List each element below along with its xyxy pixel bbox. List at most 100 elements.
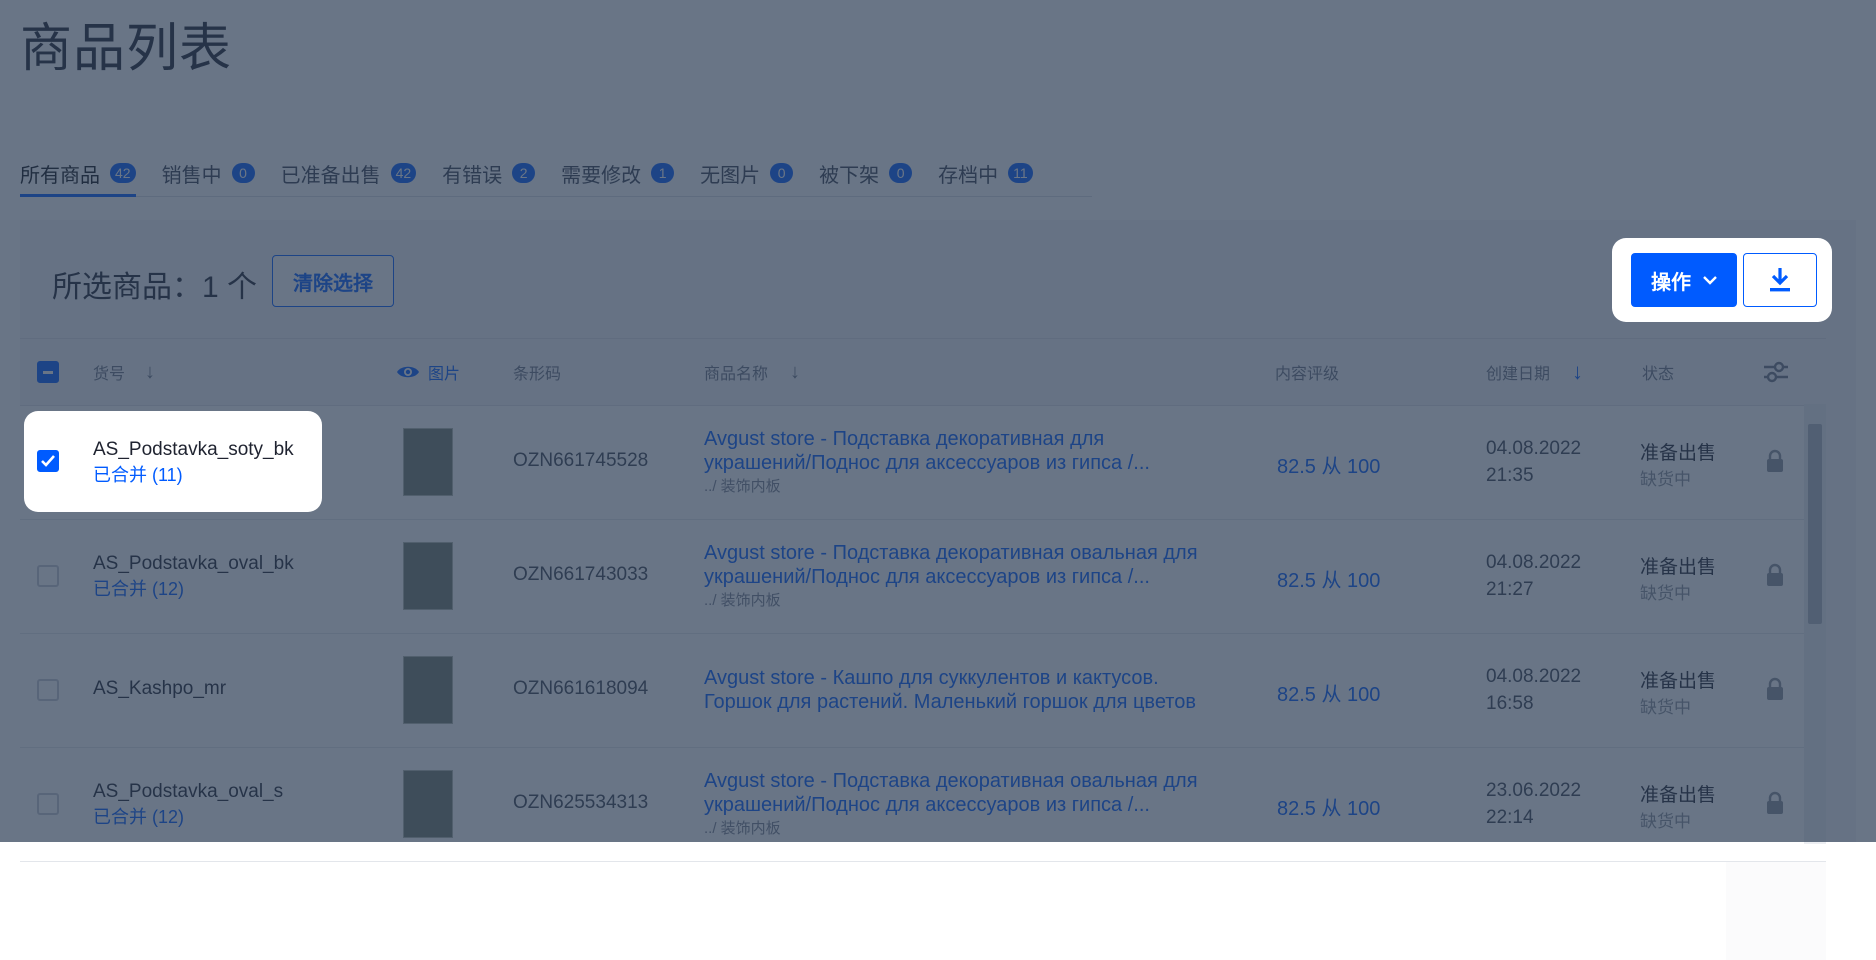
highlight-actions: 操作: [1612, 238, 1832, 322]
clear-selection-button[interactable]: 清除选择: [272, 255, 394, 307]
table-row[interactable]: AS_Podstavka_oval_bk 已合并 (12) OZN6617430…: [20, 520, 1826, 634]
arrow-down-icon: ↓: [1572, 359, 1584, 384]
product-name-link[interactable]: Avgust store - Кашпо для суккулентов и к…: [704, 666, 1244, 714]
status-text: 准备出售: [1640, 443, 1717, 464]
sku-text: AS_Podstavka_oval_bk: [93, 553, 294, 574]
lock-icon: [1767, 791, 1783, 814]
tab-removed[interactable]: 被下架 0: [819, 150, 913, 196]
content-rating-link[interactable]: 82.5 从 100: [1277, 564, 1380, 593]
merged-link[interactable]: 已合并 (12): [93, 575, 294, 601]
substatus-text: 缺货中: [1640, 584, 1691, 603]
tab-label: 需要修改: [561, 164, 642, 187]
substatus-text: 缺货中: [1640, 470, 1691, 489]
operations-label: 操作: [1651, 271, 1691, 294]
sku-text: AS_Podstavka_oval_s: [93, 781, 284, 802]
download-button[interactable]: [1743, 253, 1817, 307]
lock-icon: [1767, 449, 1783, 472]
product-name-link[interactable]: Avgust store - Подставка декоративная дл…: [704, 427, 1244, 475]
content-rating-link[interactable]: 82.5 从 100: [1277, 678, 1380, 707]
tab-ready-for-sale[interactable]: 已准备出售 42: [281, 150, 417, 196]
row-checkbox[interactable]: [37, 679, 59, 701]
product-thumbnail[interactable]: [403, 428, 453, 496]
merged-link[interactable]: 已合并 (12): [93, 803, 283, 829]
merged-link[interactable]: 已合并 (11): [93, 461, 294, 487]
created-date: 23.06.2022: [1486, 780, 1582, 801]
product-name-line: Avgust store - Подставка декоративная ов…: [704, 542, 1198, 564]
barcode-text: OZN661618094: [513, 678, 649, 699]
tab-label: 有错误: [442, 164, 503, 187]
tab-errors[interactable]: 有错误 2: [442, 150, 536, 196]
created-date: 04.08.2022: [1486, 438, 1582, 459]
row-checkbox[interactable]: [37, 565, 59, 587]
created-date: 04.08.2022: [1486, 666, 1582, 687]
content-rating-link[interactable]: 82.5 从 100: [1277, 450, 1380, 479]
tab-label: 所有商品: [20, 164, 100, 187]
column-label: 货号: [93, 366, 126, 383]
created-time: 21:35: [1486, 465, 1534, 486]
column-status: 状态: [1642, 339, 1674, 405]
tab-archived[interactable]: 存档中 11: [938, 150, 1033, 196]
category-path: ../ 装饰内板: [704, 592, 781, 609]
table-scrollbar[interactable]: [1804, 404, 1826, 844]
lock-icon: [1767, 563, 1783, 586]
tab-needs-edit[interactable]: 需要修改 1: [561, 150, 675, 196]
tab-count-badge: 0: [770, 163, 794, 183]
created-date: 04.08.2022: [1486, 552, 1582, 573]
product-name-link[interactable]: Avgust store - Подставка декоративная ов…: [704, 769, 1244, 817]
category-path: ../ 装饰内板: [704, 820, 781, 837]
tab-label: 无图片: [700, 164, 761, 187]
column-sku[interactable]: 货号 ↓: [93, 339, 155, 405]
column-label: 条形码: [513, 366, 562, 383]
column-label: 图片: [428, 366, 461, 383]
column-name[interactable]: 商品名称 ↓: [704, 339, 800, 405]
column-label: 商品名称: [704, 366, 769, 383]
scrollbar-thumb[interactable]: [1808, 424, 1822, 624]
download-icon: [1770, 268, 1790, 292]
tab-all[interactable]: 所有商品 42: [20, 150, 136, 197]
tab-count-badge: 1: [651, 163, 675, 183]
select-all-checkbox[interactable]: [37, 361, 59, 383]
status-text: 准备出售: [1640, 557, 1717, 578]
tab-label: 存档中: [938, 164, 999, 187]
selection-count: 所选商品：1 个: [52, 271, 258, 304]
created-time: 16:58: [1486, 693, 1534, 714]
lock-icon: [1767, 677, 1783, 700]
row-checkbox[interactable]: [37, 793, 59, 815]
tab-count-badge: 0: [889, 163, 913, 183]
product-panel: 所选商品：1 个 清除选择 操作 货号 ↓ 图片 条形码 商品名称 ↓: [20, 220, 1856, 960]
product-thumbnail[interactable]: [403, 656, 453, 724]
product-name-link[interactable]: Avgust store - Подставка декоративная ов…: [704, 541, 1244, 589]
status-tabs: 所有商品 42 销售中 0 已准备出售 42 有错误 2 需要修改 1 无图片 0 被下架 0…: [20, 150, 1092, 197]
product-name-line: Горшок для растений. Маленький горшок дл…: [704, 691, 1196, 713]
row-checkbox[interactable]: [37, 450, 59, 472]
status-text: 准备出售: [1640, 671, 1717, 692]
tab-on-sale[interactable]: 销售中 0: [162, 150, 255, 196]
content-rating-link[interactable]: 82.5 从 100: [1277, 792, 1380, 821]
column-label: 创建日期: [1486, 366, 1551, 383]
tab-count-badge: 2: [512, 163, 536, 183]
tab-count-badge: 42: [390, 163, 417, 183]
table-row[interactable]: AS_Podstavka_oval_s 已合并 (12) OZN62553431…: [20, 748, 1826, 862]
product-thumbnail[interactable]: [403, 770, 453, 838]
column-created[interactable]: 创建日期 ↓: [1486, 339, 1583, 405]
tab-count-badge: 0: [231, 163, 255, 183]
tab-no-images[interactable]: 无图片 0: [700, 150, 794, 196]
column-image[interactable]: 图片: [396, 339, 460, 405]
sku-text: AS_Kashpo_mr: [93, 678, 227, 699]
tab-label: 被下架: [819, 164, 880, 187]
check-icon: [41, 455, 55, 467]
created-time: 21:27: [1486, 579, 1534, 600]
product-name-line: Avgust store - Кашпо для суккулентов и к…: [704, 667, 1159, 689]
tab-count-badge: 11: [1008, 163, 1033, 183]
operations-dropdown-button[interactable]: 操作: [1631, 253, 1737, 307]
barcode-text: OZN661743033: [513, 564, 649, 585]
highlight-selected-row: AS_Podstavka_soty_bk 已合并 (11): [24, 411, 322, 512]
eye-icon: [397, 366, 419, 378]
product-name-line: украшений/Поднос для аксессуаров из гипс…: [704, 566, 1150, 588]
product-name-line: Avgust store - Подставка декоративная дл…: [704, 428, 1105, 450]
arrow-down-icon: ↓: [790, 360, 801, 383]
product-thumbnail[interactable]: [403, 542, 453, 610]
category-path: ../ 装饰内板: [704, 478, 781, 495]
column-settings-icon[interactable]: [1762, 359, 1790, 385]
table-row[interactable]: AS_Kashpo_mr OZN661618094 Avgust store -…: [20, 634, 1826, 748]
